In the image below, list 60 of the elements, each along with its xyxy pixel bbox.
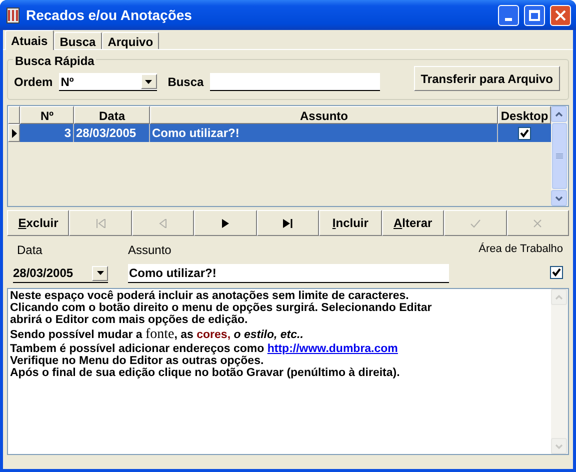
current-row-icon — [12, 128, 16, 138]
checkbox[interactable] — [550, 266, 563, 278]
date-field[interactable]: 28/03/2005 — [13, 264, 108, 283]
minimize-button[interactable] — [498, 4, 519, 26]
column-header[interactable]: Desktop — [498, 106, 551, 124]
desktop-label: Área de Trabalho — [478, 242, 563, 257]
previous-record-icon — [159, 218, 168, 228]
table-cell: Como utilizar?! — [150, 124, 498, 142]
link[interactable]: http://www.dumbra.com — [267, 343, 398, 355]
scroll-thumb[interactable] — [552, 123, 567, 189]
memo-line: Sendo possível mudar a fonte, as cores, o estilo, etc.. — [10, 329, 304, 341]
toolbar-button[interactable]: Excluir — [7, 210, 70, 236]
column-header[interactable]: Data — [74, 106, 150, 124]
app-icon — [5, 6, 21, 24]
memo-line: abrirá o Editor com mais opções de edição. — [10, 314, 249, 326]
memo-line: Tambem é possível adicionar endereços como http://www.dumbra.com — [10, 343, 399, 355]
date-label: Data — [16, 242, 44, 259]
last-record-icon — [282, 218, 293, 228]
scroll-up-button[interactable] — [551, 106, 567, 122]
toolbar-button[interactable]: Alterar — [382, 210, 444, 236]
close-button[interactable] — [550, 4, 571, 26]
tab[interactable]: Busca — [54, 32, 102, 49]
table-cell: 28/03/2005 — [74, 124, 150, 142]
memo-line: Neste espaço você poderá incluir as anotações sem limite de caracteres. — [10, 290, 410, 302]
memo-area[interactable] — [7, 288, 569, 455]
first-record-icon — [96, 218, 106, 228]
transfer-button[interactable]: Transferir para Arquivo — [414, 66, 560, 91]
toolbar-button[interactable]: Incluir — [319, 210, 382, 236]
scrollbar[interactable] — [551, 106, 568, 206]
memo-line: Verifique no Menu do Editor as outras opções. — [10, 355, 265, 367]
chevron-up-icon — [555, 112, 563, 116]
column-header[interactable]: Nº — [20, 106, 74, 124]
scroll-down-button[interactable] — [551, 190, 567, 206]
chevron-up-icon — [555, 294, 563, 300]
search-label: Busca — [168, 74, 204, 91]
navigation-button[interactable] — [256, 210, 320, 236]
maximize-button[interactable] — [524, 4, 545, 26]
order-label: Ordem — [14, 74, 53, 91]
subject-label: Assunto — [128, 242, 172, 259]
close-icon — [533, 218, 542, 228]
tab[interactable]: Atuais — [5, 30, 54, 50]
close-icon — [555, 10, 566, 20]
search-field[interactable] — [210, 73, 380, 91]
grid-corner — [8, 106, 20, 124]
table-cell: 3 — [20, 124, 74, 142]
subject-field[interactable]: Como utilizar?! — [128, 264, 449, 283]
tab[interactable]: Arquivo — [102, 32, 160, 49]
table-row[interactable]: 3 28/03/2005 Como utilizar?! — [8, 124, 551, 142]
dropdown-arrow-icon — [145, 80, 152, 84]
column-header[interactable]: Assunto — [150, 106, 498, 124]
dropdown-arrow-icon — [96, 271, 104, 275]
order-dropdown[interactable]: Nº — [58, 73, 157, 91]
window-title: Recados e/ou Anotações — [26, 6, 193, 25]
chevron-down-icon — [555, 444, 563, 448]
checkmark-icon — [470, 218, 481, 228]
checkbox[interactable] — [518, 126, 531, 140]
memo-line: Clicando com o botão direito o menu de opções surgirá. Selecionando Editar — [10, 302, 433, 314]
next-record-icon — [222, 218, 230, 228]
memo-line: Após o final de sua edição clique no botão Gravar (penúltimo à direita). — [10, 367, 401, 379]
chevron-down-icon — [555, 196, 563, 200]
